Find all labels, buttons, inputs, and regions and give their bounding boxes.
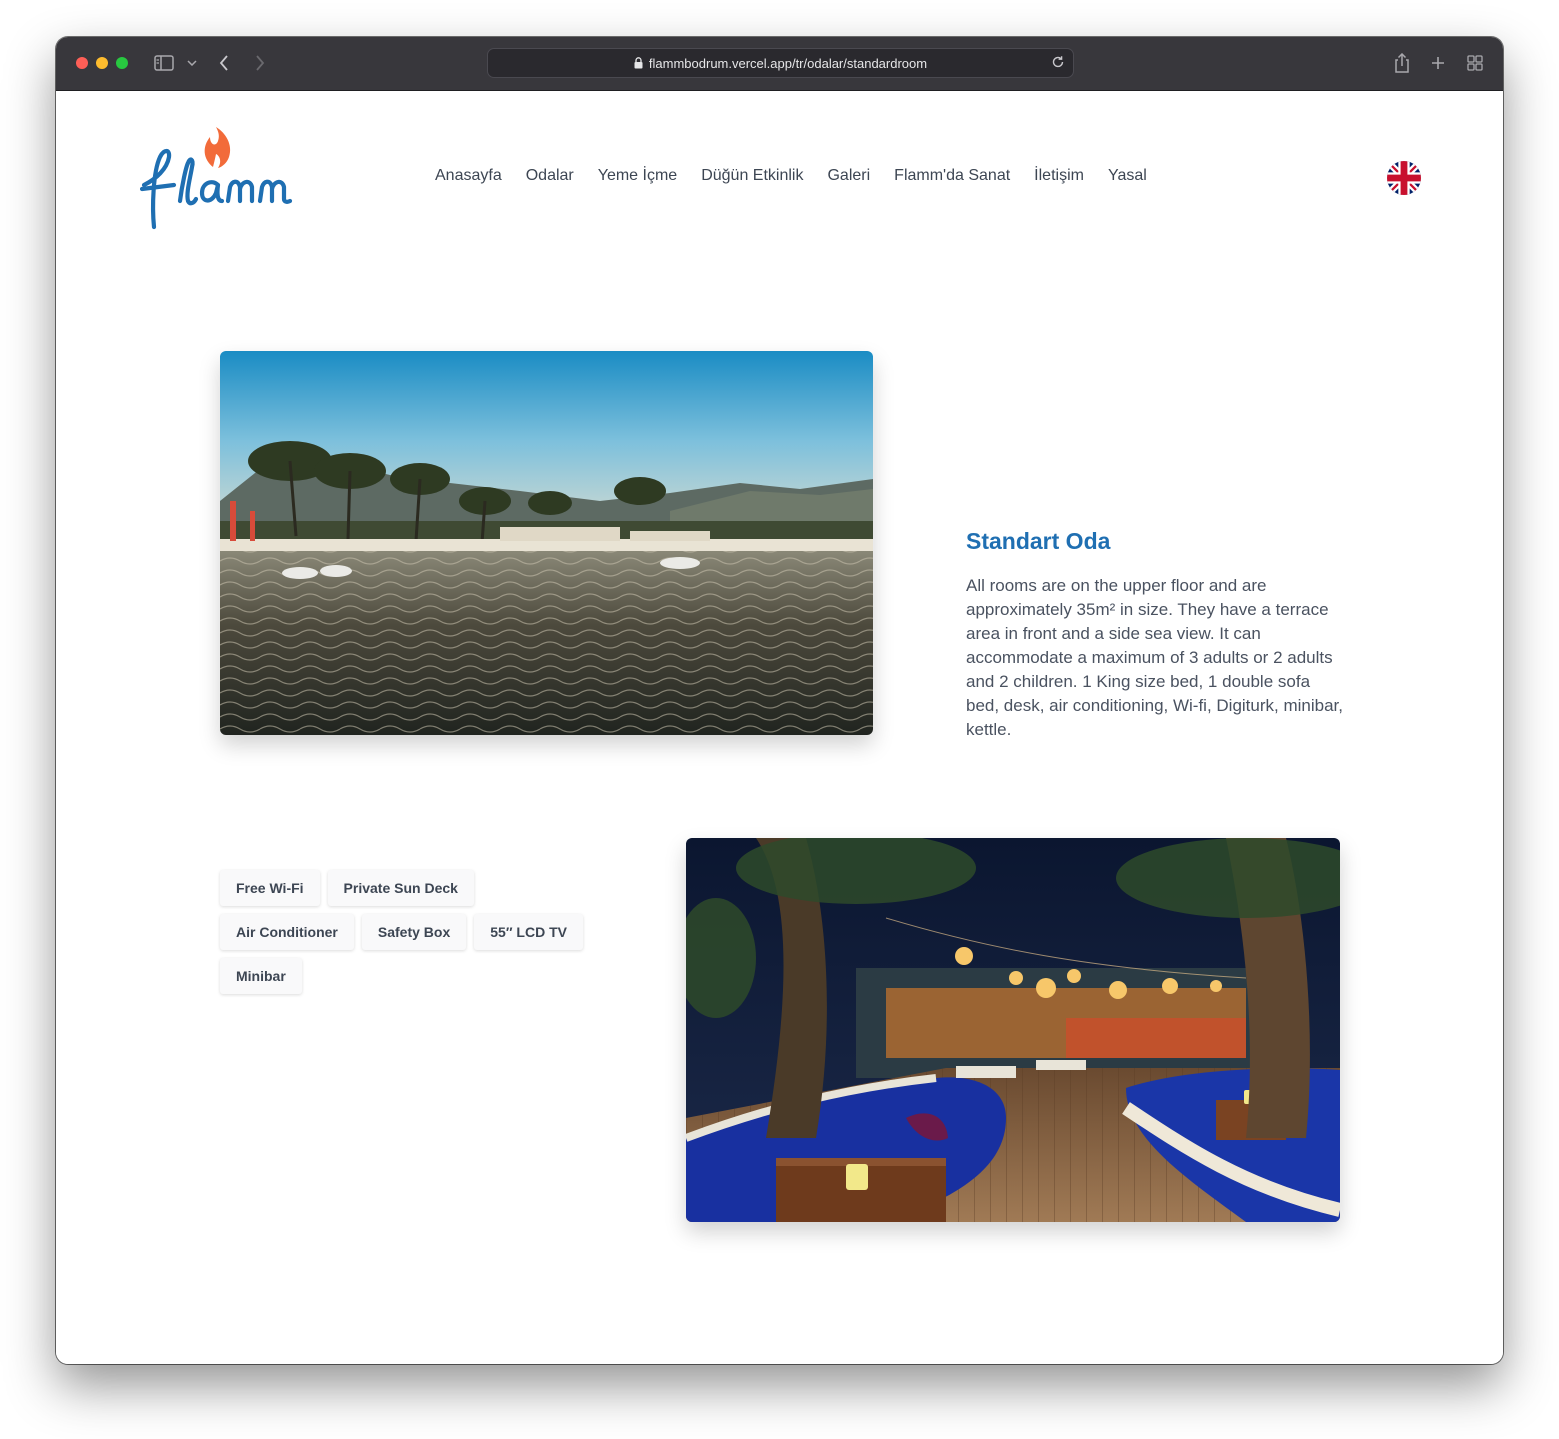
room-title: Standart Oda — [966, 528, 1111, 554]
address-bar[interactable]: flammbodrum.vercel.app/tr/odalar/standar… — [487, 48, 1074, 78]
amenity-tag: Safety Box — [361, 914, 467, 950]
maximize-window-button[interactable] — [116, 57, 128, 69]
tab-overview-icon[interactable] — [1465, 52, 1485, 74]
back-arrow-icon[interactable] — [216, 52, 232, 74]
url-text: flammbodrum.vercel.app/tr/odalar/standar… — [648, 55, 928, 71]
amenity-tag: Air Conditioner — [220, 914, 354, 950]
amenities-list: Free Wi-Fi Private Sun Deck Air Conditio… — [220, 870, 600, 994]
chevron-down-icon[interactable] — [185, 52, 199, 74]
nav-dugun-etkinlik[interactable]: Düğün Etkinlik — [701, 167, 803, 185]
nav-yasal[interactable]: Yasal — [1108, 167, 1147, 185]
nav-iletisim[interactable]: İletişim — [1034, 167, 1084, 185]
sidebar-toggle-icon[interactable] — [153, 52, 175, 74]
new-tab-icon[interactable] — [1429, 52, 1447, 74]
flame-icon — [204, 127, 231, 168]
forward-arrow-icon[interactable] — [252, 52, 268, 74]
room-description: All rooms are on the upper floor and are… — [966, 576, 1343, 739]
browser-toolbar: flammbodrum.vercel.app/tr/odalar/standar… — [56, 37, 1503, 91]
beach-sea-photo — [220, 351, 873, 735]
main-nav: Anasayfa Odalar Yeme İçme Düğün Etkinlik… — [435, 167, 1147, 185]
reload-icon[interactable] — [1051, 55, 1065, 69]
language-switch-uk-flag-icon[interactable] — [1387, 161, 1421, 195]
minimize-window-button[interactable] — [96, 57, 108, 69]
amenity-tag: 55″ LCD TV — [474, 914, 583, 950]
amenity-tag: Private Sun Deck — [327, 870, 474, 906]
amenity-tag: Minibar — [220, 958, 302, 994]
nav-yeme-icme[interactable]: Yeme İçme — [598, 167, 677, 185]
night-lounge-photo — [686, 838, 1340, 1222]
nav-flammda-sanat[interactable]: Flamm'da Sanat — [894, 167, 1010, 185]
nav-odalar[interactable]: Odalar — [526, 167, 574, 185]
page-content: Anasayfa Odalar Yeme İçme Düğün Etkinlik… — [56, 91, 1503, 1364]
amenity-tag: Free Wi-Fi — [220, 870, 320, 906]
lock-icon — [634, 57, 643, 69]
nav-galeri[interactable]: Galeri — [827, 167, 870, 185]
close-window-button[interactable] — [76, 57, 88, 69]
nav-anasayfa[interactable]: Anasayfa — [435, 167, 502, 185]
flamm-logo[interactable] — [139, 127, 315, 231]
browser-window: flammbodrum.vercel.app/tr/odalar/standar… — [56, 37, 1503, 1364]
share-icon[interactable] — [1392, 52, 1412, 74]
